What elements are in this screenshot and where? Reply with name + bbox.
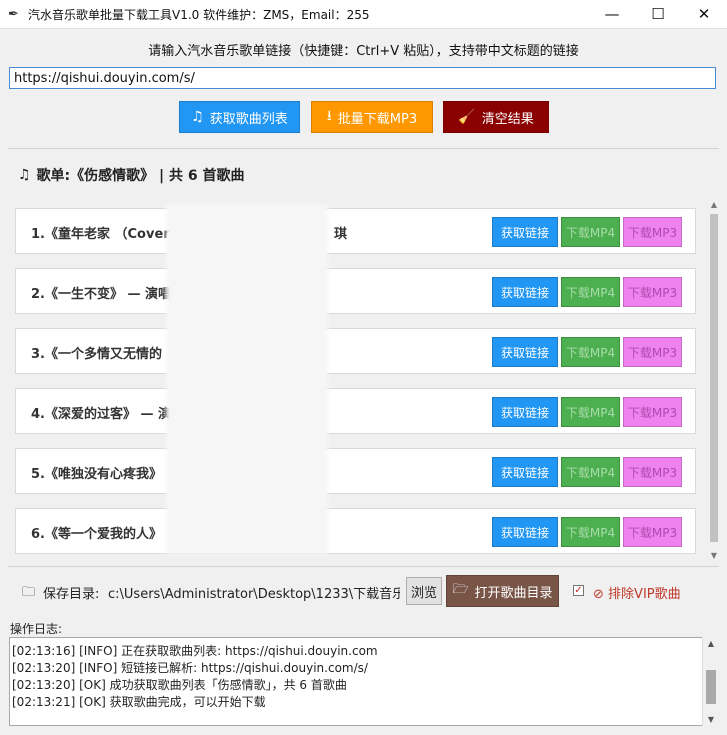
- exclude-vip-label[interactable]: ⊘ 排除VIP歌曲: [593, 583, 681, 602]
- song-title: 5.《唯独没有心疼我》: [31, 467, 162, 482]
- song-list-scrollbar[interactable]: ▲ ▼: [708, 200, 720, 560]
- log-line: [02:13:21] [OK] 获取歌曲完成，可以开始下载: [12, 695, 266, 709]
- song-list: 1.《童年老家 （Cover 琪 获取链接 下载MP4 下载MP3 2.《一生不…: [8, 200, 708, 560]
- clear-results-button[interactable]: 🧹 清空结果: [443, 101, 549, 133]
- song-title: 4.《深爱的过客》 — 演: [31, 407, 172, 422]
- download-mp4-button[interactable]: 下载MP4: [561, 337, 620, 367]
- log-line: [02:13:20] [INFO] 短链接已解析: https://qishui…: [12, 661, 368, 675]
- minimize-icon[interactable]: —: [589, 0, 635, 28]
- clear-label: 清空结果: [481, 111, 534, 127]
- folder-icon: 🗀: [22, 585, 36, 600]
- redaction-mask: [166, 204, 328, 554]
- window-title: 汽水音乐歌单批量下载工具V1.0 软件维护：ZMS，Email：255: [28, 7, 370, 22]
- batch-download-button[interactable]: ⭳ 批量下载MP3: [311, 101, 433, 133]
- batch-download-label: 批量下载MP3: [337, 111, 418, 127]
- download-mp4-button[interactable]: 下载MP4: [561, 217, 620, 247]
- folder-icon: 🗁: [452, 582, 469, 597]
- song-title-tail: 琪: [334, 227, 348, 242]
- download-mp3-button[interactable]: 下载MP3: [623, 337, 682, 367]
- feather-icon: ✒: [8, 6, 19, 22]
- download-mp4-button[interactable]: 下载MP4: [561, 397, 620, 427]
- get-link-button[interactable]: 获取链接: [492, 217, 558, 247]
- open-directory-button[interactable]: 🗁 打开歌曲目录: [446, 575, 559, 607]
- scroll-down-icon[interactable]: ▼: [703, 715, 719, 724]
- get-link-button[interactable]: 获取链接: [492, 397, 558, 427]
- scroll-thumb[interactable]: [706, 670, 716, 704]
- scroll-up-icon[interactable]: ▲: [708, 200, 720, 209]
- log-scrollbar[interactable]: ▲ ▼: [702, 637, 719, 726]
- divider: [8, 566, 719, 567]
- song-row: 4.《深爱的过客》 — 演 获取链接 下载MP4 下载MP3: [15, 388, 696, 434]
- browse-button[interactable]: 浏览: [406, 577, 442, 605]
- playlist-title: 歌单:《伤感情歌》 | 共 6 首歌曲: [36, 168, 245, 184]
- get-link-button[interactable]: 获取链接: [492, 337, 558, 367]
- download-mp3-button[interactable]: 下载MP3: [623, 277, 682, 307]
- song-title: 1.《童年老家 （Cover: [31, 227, 170, 242]
- song-row: 3.《一个多情又无情的 获取链接 下载MP4 下载MP3: [15, 328, 696, 374]
- song-row: 1.《童年老家 （Cover 琪 获取链接 下载MP4 下载MP3: [15, 208, 696, 254]
- broom-icon: 🧹: [458, 109, 476, 125]
- download-tray-icon: ⭳: [326, 108, 332, 124]
- download-mp4-button[interactable]: 下载MP4: [561, 457, 620, 487]
- download-mp4-button[interactable]: 下载MP4: [561, 517, 620, 547]
- download-mp4-button[interactable]: 下载MP4: [561, 277, 620, 307]
- get-link-button[interactable]: 获取链接: [492, 277, 558, 307]
- playlist-header: ♫ 歌单:《伤感情歌》 | 共 6 首歌曲: [18, 165, 245, 185]
- save-label: 保存目录:: [43, 587, 100, 602]
- music-note-icon: ♫: [18, 167, 31, 183]
- get-list-label: 获取歌曲列表: [209, 111, 288, 127]
- title-bar: ✒ 汽水音乐歌单批量下载工具V1.0 软件维护：ZMS，Email：255 — …: [0, 0, 727, 29]
- song-row: 2.《一生不变》 — 演唱 获取链接 下载MP4 下载MP3: [15, 268, 696, 314]
- music-note-icon: ♫: [191, 109, 204, 125]
- window-controls: — ☐ ✕: [589, 0, 727, 28]
- save-path: c:\Users\Administrator\Desktop\1233\下载音乐: [108, 587, 400, 602]
- close-icon[interactable]: ✕: [681, 0, 727, 28]
- log-output[interactable]: [02:13:16] [INFO] 正在获取歌曲列表: https://qish…: [9, 637, 718, 726]
- exclude-vip-checkbox[interactable]: ✓: [573, 585, 584, 596]
- download-mp3-button[interactable]: 下载MP3: [623, 517, 682, 547]
- download-mp3-button[interactable]: 下载MP3: [623, 457, 682, 487]
- divider: [8, 148, 719, 149]
- download-mp3-button[interactable]: 下载MP3: [623, 217, 682, 247]
- log-line: [02:13:16] [INFO] 正在获取歌曲列表: https://qish…: [12, 644, 378, 658]
- scroll-thumb[interactable]: [710, 214, 718, 542]
- download-mp3-button[interactable]: 下载MP3: [623, 397, 682, 427]
- song-row: 6.《等一个爱我的人》 获取链接 下载MP4 下载MP3: [15, 508, 696, 554]
- get-link-button[interactable]: 获取链接: [492, 517, 558, 547]
- url-prompt: 请输入汽水音乐歌单链接（快捷键：Ctrl+V 粘贴），支持带中文标题的链接: [148, 44, 579, 59]
- song-title: 3.《一个多情又无情的: [31, 347, 162, 362]
- log-label: 操作日志:: [10, 622, 63, 636]
- song-title: 2.《一生不变》 — 演唱: [31, 287, 172, 302]
- get-list-button[interactable]: ♫ 获取歌曲列表: [179, 101, 300, 133]
- save-directory-bar: 🗀 保存目录: c:\Users\Administrator\Desktop\1…: [0, 574, 727, 608]
- song-title: 6.《等一个爱我的人》: [31, 527, 162, 542]
- get-link-button[interactable]: 获取链接: [492, 457, 558, 487]
- song-row: 5.《唯独没有心疼我》 获取链接 下载MP4 下载MP3: [15, 448, 696, 494]
- playlist-url-input[interactable]: [9, 67, 716, 89]
- exclude-vip-text: 排除VIP歌曲: [608, 587, 681, 602]
- scroll-down-icon[interactable]: ▼: [708, 551, 720, 560]
- no-entry-icon: ⊘: [593, 587, 604, 602]
- scroll-up-icon[interactable]: ▲: [703, 639, 719, 648]
- open-directory-label: 打开歌曲目录: [474, 585, 553, 601]
- log-line: [02:13:20] [OK] 成功获取歌曲列表「伤感情歌」，共 6 首歌曲: [12, 678, 347, 692]
- maximize-icon[interactable]: ☐: [635, 0, 681, 28]
